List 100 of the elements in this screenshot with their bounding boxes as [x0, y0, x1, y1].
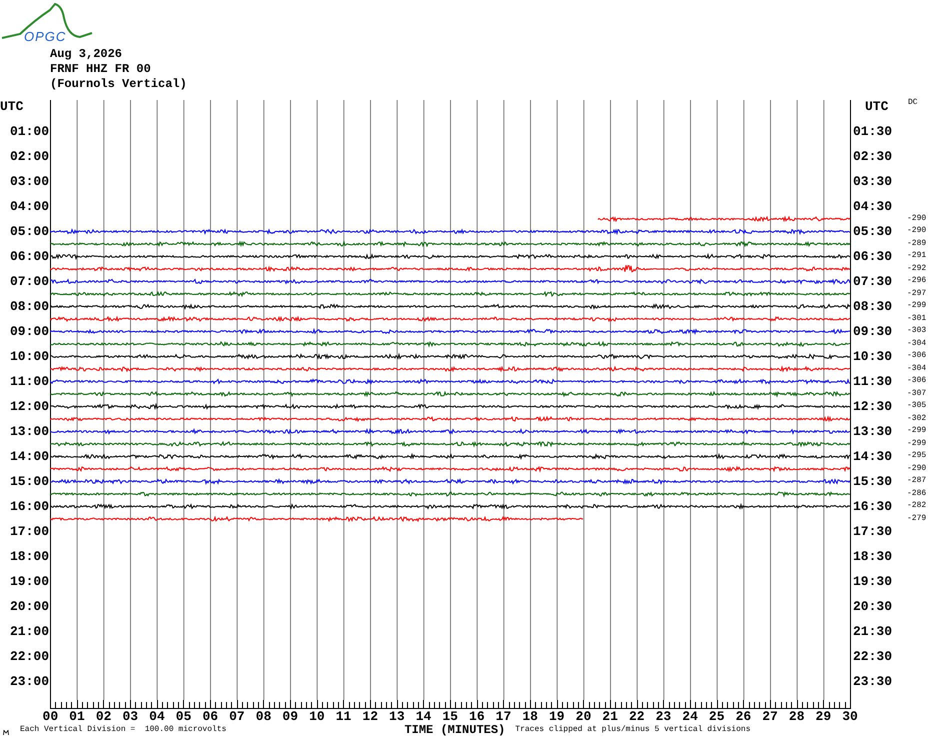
dc-value: -304	[907, 364, 926, 373]
minute-label: 15	[442, 708, 458, 724]
hour-label: 07:30	[853, 272, 892, 291]
dc-value: -290	[907, 464, 926, 473]
axis-title: UTC	[865, 98, 888, 116]
minute-label: 25	[708, 708, 725, 725]
hour-label: 19:30	[853, 572, 892, 591]
hour-label: 22:30	[853, 648, 892, 666]
dc-value: -290	[907, 227, 926, 236]
dc-value: -289	[907, 240, 926, 248]
hour-label: 12:30	[853, 398, 892, 416]
hour-label: 01:30	[853, 122, 892, 141]
hour-label: 08:30	[853, 298, 892, 316]
dc-value: -295	[907, 452, 926, 460]
hour-label: 02:30	[853, 148, 892, 166]
time-axis-title: TIME (MINUTES)	[404, 722, 506, 739]
dc-value: -290	[907, 214, 926, 223]
minute-label: 14	[416, 708, 432, 725]
hour-label: 05:30	[853, 222, 892, 241]
hour-label: 05:00	[10, 222, 49, 241]
dc-value: -305	[907, 402, 926, 410]
hour-label: 20:30	[853, 598, 892, 616]
dc-value: -303	[907, 327, 926, 336]
minute-label: 10	[309, 708, 325, 726]
hour-label: 13:30	[853, 422, 892, 441]
dc-value: -282	[907, 502, 926, 510]
hour-label: 15:00	[10, 472, 49, 491]
hour-label: 18:30	[853, 548, 892, 566]
hour-label: 10:30	[853, 348, 892, 366]
hour-label: 19:00	[10, 572, 49, 591]
hour-label: 09:00	[10, 322, 49, 341]
hour-label: 04:30	[853, 198, 892, 216]
dc-value: -286	[907, 490, 926, 498]
dc-value: -306	[907, 352, 926, 360]
dc-title: DC	[908, 99, 918, 107]
minute-label: 06	[202, 708, 218, 725]
minute-label: 08	[256, 708, 272, 726]
hour-label: 23:30	[853, 672, 892, 691]
minute-label: 13	[389, 708, 405, 725]
hour-label: 06:00	[10, 248, 49, 266]
dc-value: -292	[907, 264, 926, 273]
hour-label: 11:30	[853, 372, 892, 391]
hour-label: 16:30	[853, 498, 892, 516]
scale-note: Each Vertical Division = 100.00 microvolts	[20, 724, 226, 736]
minute-label: 16	[469, 708, 485, 724]
hour-label: 21:30	[853, 622, 892, 641]
logo: OPGC	[0, 0, 95, 45]
dc-value: -291	[907, 252, 926, 260]
minute-label: 07	[229, 708, 245, 726]
dc-value: -299	[907, 427, 926, 436]
hour-label: 02:00	[10, 148, 49, 166]
minute-label: 04	[149, 708, 165, 726]
dc-value: -306	[907, 377, 926, 386]
minute-label: 26	[736, 708, 752, 725]
dc-value: -287	[907, 477, 926, 486]
minute-label: 19	[548, 708, 565, 725]
station-label: FRNF HHZ FR 00	[50, 62, 151, 77]
hour-label: 11:00	[10, 372, 49, 391]
minute-label: 02	[96, 708, 112, 725]
clip-note: Traces clipped at plus/minus 5 vertical divisions	[515, 724, 751, 736]
dc-value: -299	[907, 302, 926, 310]
minute-label: 29	[816, 708, 832, 726]
minute-label: 01	[69, 708, 85, 725]
hour-label: 07:00	[10, 272, 49, 291]
minute-label: 11	[336, 708, 352, 726]
hour-label: 14:00	[10, 448, 49, 466]
minute-label: 22	[628, 708, 645, 725]
hour-label: 22:00	[10, 648, 49, 666]
minute-label: 03	[122, 708, 138, 725]
minute-label: 18	[522, 708, 538, 726]
hour-label: 13:00	[10, 422, 49, 441]
site-label: (Fournols Vertical)	[50, 77, 187, 92]
minute-label: 17	[496, 708, 512, 724]
minute-label: 21	[602, 708, 618, 725]
hour-label: 23:00	[10, 672, 49, 691]
hour-label: 01:00	[10, 122, 49, 141]
minute-label: 30	[842, 708, 858, 726]
hour-label: 04:00	[10, 198, 49, 216]
date-label: Aug 3,2026	[50, 47, 122, 62]
hour-label: 03:30	[853, 172, 892, 191]
hour-label: 18:00	[10, 548, 49, 566]
minute-label: 05	[176, 708, 192, 725]
minute-label: 28	[788, 708, 804, 726]
hour-label: 17:30	[853, 522, 892, 541]
hour-label: 06:30	[853, 248, 892, 266]
hour-label: 03:00	[10, 172, 49, 191]
dc-value: -279	[907, 514, 926, 523]
dc-value: -304	[907, 340, 926, 348]
dc-value: -307	[907, 390, 926, 398]
dc-value: -301	[907, 314, 926, 323]
hour-label: 21:00	[10, 622, 49, 641]
axis-title: UTC	[0, 98, 24, 116]
hour-label: 10:00	[10, 348, 49, 366]
dc-value: -297	[907, 290, 926, 298]
hour-label: 09:30	[853, 322, 892, 341]
dc-value: -302	[907, 414, 926, 423]
hour-label: 17:00	[10, 522, 49, 541]
hour-label: 15:30	[853, 472, 892, 491]
hour-label: 20:00	[10, 598, 49, 616]
hour-label: 14:30	[853, 448, 892, 466]
